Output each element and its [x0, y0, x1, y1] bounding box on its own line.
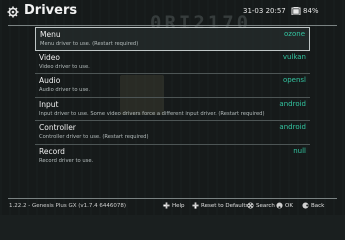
- clock: 31-03 20:57: [243, 7, 286, 15]
- footer: 1.22.2 - Genesis Plus GX (v1.7.4 6446078…: [0, 199, 345, 215]
- battery-percent: 84%: [303, 7, 319, 15]
- item-value[interactable]: android: [279, 123, 306, 131]
- confirm-button-icon: [276, 202, 283, 209]
- back-hint[interactable]: Back: [302, 202, 324, 209]
- item-value[interactable]: opensl: [283, 76, 306, 84]
- gear-icon: [7, 6, 19, 18]
- item-description: Record driver to use.: [39, 157, 94, 164]
- search-hint[interactable]: Search: [247, 202, 275, 209]
- item-description: Audio driver to use.: [39, 87, 90, 93]
- reset-defaults-label: Reset to Defaults: [201, 202, 249, 209]
- ok-label: OK: [285, 202, 293, 209]
- header: Drivers 31-03 20:57 84%: [0, 0, 345, 25]
- item-description: Input driver to use. Some video drivers …: [39, 110, 265, 117]
- item-value[interactable]: null: [293, 147, 306, 155]
- back-label: Back: [311, 202, 325, 209]
- reset-defaults-hint[interactable]: Reset to Defaults: [192, 202, 248, 209]
- item-label: Menu: [40, 30, 61, 39]
- menu-item-controller[interactable]: Controller android Controller driver to …: [35, 121, 310, 145]
- dpad-down-icon: [192, 202, 199, 209]
- menu-item-audio[interactable]: Audio opensl Audio driver to use.: [35, 74, 310, 98]
- help-label: Help: [172, 202, 185, 209]
- item-label: Controller: [39, 123, 76, 132]
- item-value[interactable]: ozone: [284, 30, 305, 38]
- menu-item-video[interactable]: Video vulkan Video driver to use.: [35, 51, 310, 74]
- menu-item-input[interactable]: Input android Input driver to use. Some …: [35, 98, 310, 121]
- dpad-left-icon: [163, 202, 170, 209]
- item-label: Record: [39, 146, 65, 156]
- item-description: Controller driver to use. (Restart requi…: [39, 134, 149, 140]
- item-value[interactable]: android: [279, 100, 306, 108]
- item-label: Input: [39, 99, 59, 109]
- item-label: Audio: [39, 76, 61, 85]
- version-text: 1.22.2 - Genesis Plus GX (v1.7.4 6446078…: [9, 203, 127, 209]
- battery-icon: [291, 7, 301, 15]
- menu-item-menu[interactable]: Menu ozone Menu driver to use. (Restart …: [35, 27, 310, 51]
- search-icon: [247, 202, 254, 209]
- header-divider: [8, 25, 337, 26]
- drivers-list: Menu ozone Menu driver to use. (Restart …: [35, 27, 310, 168]
- item-label: Video: [39, 52, 61, 62]
- help-hint[interactable]: Help: [163, 202, 185, 209]
- back-button-icon: [302, 202, 309, 209]
- item-description: Video driver to use.: [39, 63, 90, 70]
- item-value[interactable]: vulkan: [283, 53, 306, 61]
- page-title: Drivers: [24, 3, 78, 18]
- ok-hint[interactable]: OK: [276, 202, 293, 209]
- search-label: Search: [256, 202, 275, 209]
- item-description: Menu driver to use. (Restart required): [40, 41, 139, 47]
- menu-item-record[interactable]: Record null Record driver to use.: [35, 145, 310, 169]
